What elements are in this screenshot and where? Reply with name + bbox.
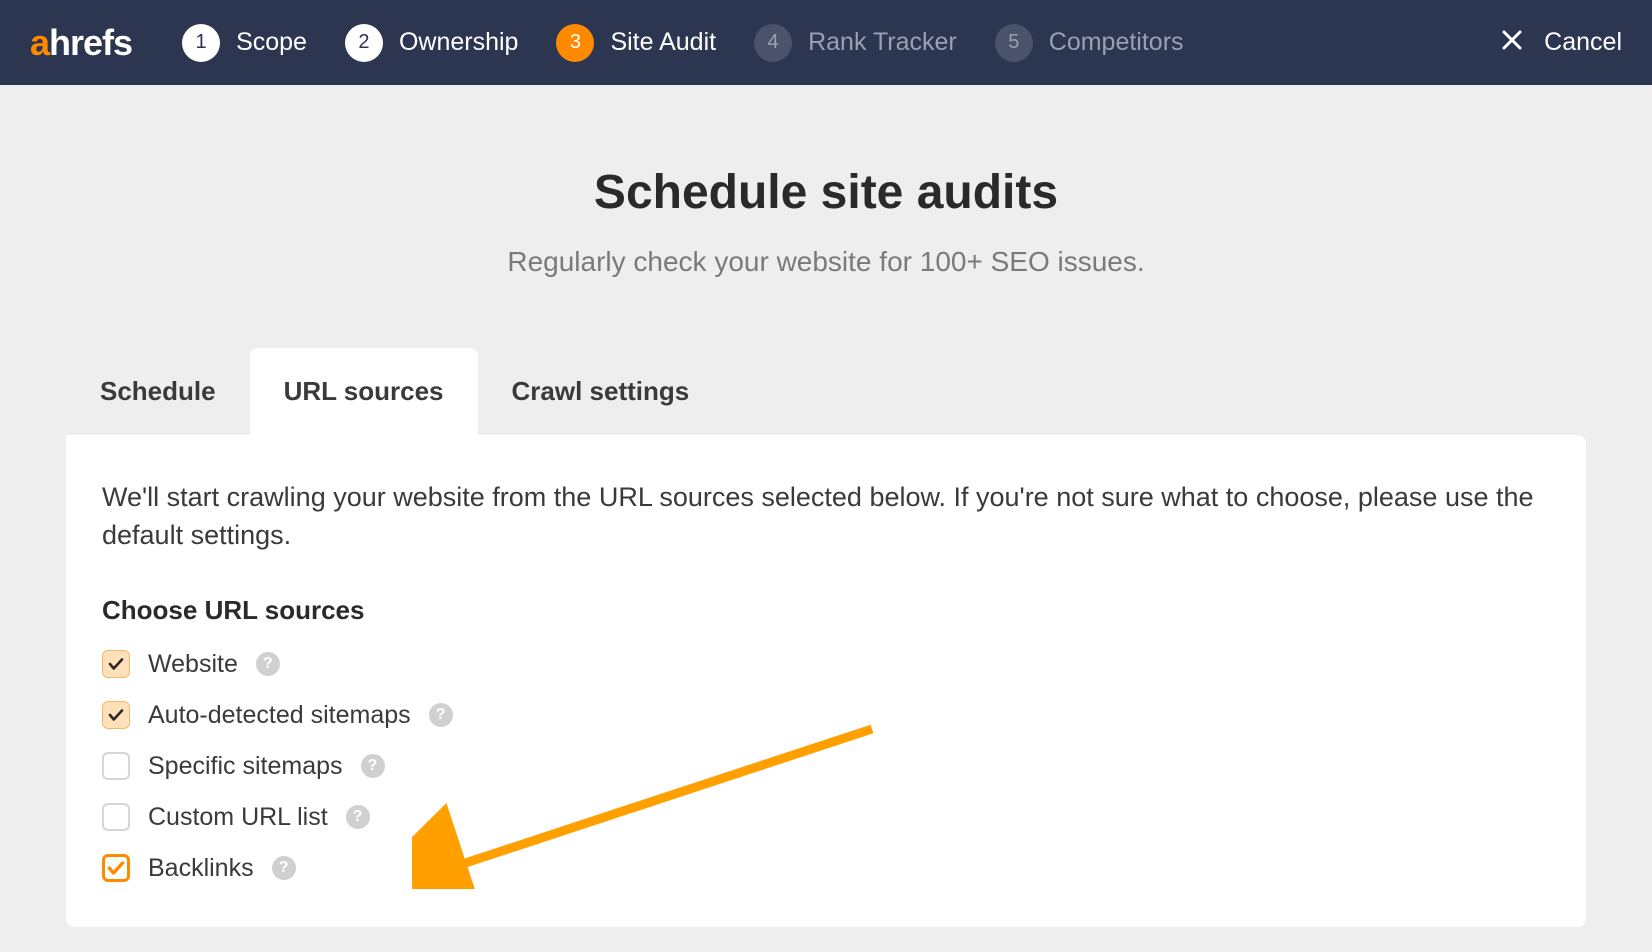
source-label: Auto-detected sitemaps: [148, 701, 411, 730]
checkbox-specific-sitemaps[interactable]: [102, 752, 130, 780]
step-label: Scope: [236, 28, 307, 57]
checkbox-website[interactable]: [102, 650, 130, 678]
source-label: Specific sitemaps: [148, 752, 343, 781]
page-subtitle: Regularly check your website for 100+ SE…: [0, 246, 1652, 278]
close-icon: [1500, 28, 1524, 57]
panel-description: We'll start crawling your website from t…: [102, 479, 1550, 555]
step-label: Rank Tracker: [808, 28, 957, 57]
checkbox-backlinks[interactable]: [102, 854, 130, 882]
main-content: Schedule site audits Regularly check you…: [0, 85, 1652, 927]
step-competitors[interactable]: 5 Competitors: [995, 24, 1184, 62]
url-sources-list: Website ? Auto-detected sitemaps ? Speci…: [102, 650, 1550, 883]
panel: We'll start crawling your website from t…: [66, 435, 1586, 927]
header: ahrefs 1 Scope 2 Ownership 3 Site Audit …: [0, 0, 1652, 85]
step-rank-tracker[interactable]: 4 Rank Tracker: [754, 24, 957, 62]
tabs: Schedule URL sources Crawl settings: [66, 348, 1586, 435]
logo-a: a: [30, 22, 49, 63]
step-ownership[interactable]: 2 Ownership: [345, 24, 519, 62]
step-number: 5: [995, 24, 1033, 62]
step-scope[interactable]: 1 Scope: [182, 24, 307, 62]
page-title: Schedule site audits: [0, 165, 1652, 220]
step-label: Site Audit: [610, 28, 716, 57]
source-label: Backlinks: [148, 854, 254, 883]
step-number: 1: [182, 24, 220, 62]
step-site-audit[interactable]: 3 Site Audit: [556, 24, 716, 62]
checkbox-auto-sitemaps[interactable]: [102, 701, 130, 729]
step-label: Competitors: [1049, 28, 1184, 57]
source-label: Website: [148, 650, 238, 679]
panel-wrapper: Schedule URL sources Crawl settings We'l…: [66, 348, 1586, 927]
wizard-steps: 1 Scope 2 Ownership 3 Site Audit 4 Rank …: [182, 24, 1183, 62]
tab-schedule[interactable]: Schedule: [66, 348, 250, 435]
source-row-auto-sitemaps: Auto-detected sitemaps ?: [102, 701, 1550, 730]
source-row-specific-sitemaps: Specific sitemaps ?: [102, 752, 1550, 781]
source-row-website: Website ?: [102, 650, 1550, 679]
help-icon[interactable]: ?: [346, 805, 370, 829]
source-label: Custom URL list: [148, 803, 328, 832]
cancel-label: Cancel: [1544, 28, 1622, 57]
cancel-button[interactable]: Cancel: [1500, 28, 1622, 57]
help-icon[interactable]: ?: [429, 703, 453, 727]
tab-crawl-settings[interactable]: Crawl settings: [478, 348, 724, 435]
step-number: 2: [345, 24, 383, 62]
source-row-custom-url-list: Custom URL list ?: [102, 803, 1550, 832]
step-number: 4: [754, 24, 792, 62]
logo-rest: hrefs: [49, 22, 132, 63]
source-row-backlinks: Backlinks ?: [102, 854, 1550, 883]
checkbox-custom-url-list[interactable]: [102, 803, 130, 831]
tab-url-sources[interactable]: URL sources: [250, 348, 478, 435]
help-icon[interactable]: ?: [256, 652, 280, 676]
help-icon[interactable]: ?: [361, 754, 385, 778]
step-number: 3: [556, 24, 594, 62]
logo: ahrefs: [30, 22, 132, 64]
step-label: Ownership: [399, 28, 519, 57]
section-title: Choose URL sources: [102, 595, 1550, 626]
help-icon[interactable]: ?: [272, 856, 296, 880]
